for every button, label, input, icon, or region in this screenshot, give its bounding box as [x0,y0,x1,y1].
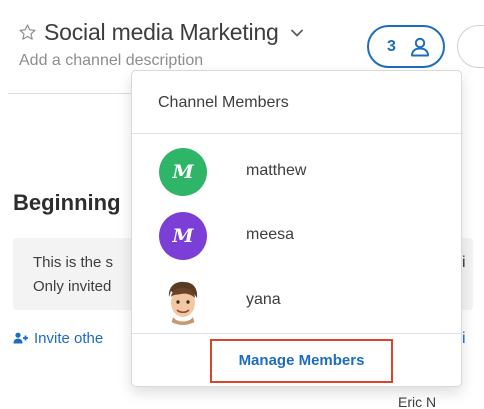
dropdown-divider [132,133,463,134]
header-divider [8,93,133,94]
member-row-matthew[interactable]: M matthew [132,140,463,204]
member-name: meesa [246,226,295,243]
manage-members-button[interactable]: Manage Members [210,339,393,383]
dropdown-divider [132,333,463,334]
channel-members-dropdown: Channel Members M matthew M meesa yana M… [131,70,463,387]
invite-link-label: Invite othe [34,330,104,347]
person-icon [411,37,429,57]
avatar: M [159,212,207,260]
channel-members-button[interactable]: 3 [367,25,445,68]
intro-text-line: This is the s [33,254,114,271]
manage-members-label: Manage Members [238,352,365,369]
chevron-down-icon[interactable] [290,28,304,38]
avatar-letter: M [172,225,194,247]
member-name: matthew [246,162,307,179]
clipped-text: Eric N [398,394,437,409]
member-row-meesa[interactable]: M meesa [132,204,463,268]
member-count: 3 [387,38,396,55]
channel-description[interactable]: Add a channel description [19,52,203,70]
member-name: yana [246,291,281,308]
channel-title[interactable]: Social media Marketing [44,19,279,46]
avatar-letter: M [172,161,194,183]
channel-page: Social media Marketing Add a channel des… [0,0,484,409]
add-user-icon [13,332,28,344]
dropdown-title: Channel Members [158,94,289,111]
avatar-photo-illustration [168,281,198,325]
channel-intro-heading: Beginning [13,190,121,215]
invite-others-link[interactable]: Invite othe [13,330,103,347]
avatar: M [159,148,207,196]
intro-text-line: Only invited [33,278,112,295]
avatar-photo [159,277,207,325]
star-icon[interactable] [18,23,37,42]
member-row-yana[interactable]: yana [132,269,463,333]
header-action-button[interactable] [457,25,484,68]
